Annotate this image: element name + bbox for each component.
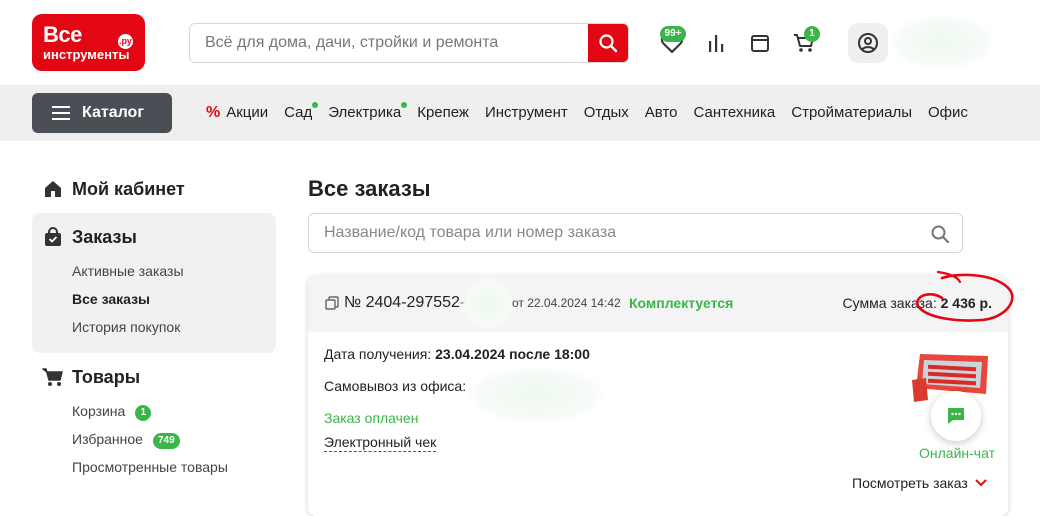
nav-item-sales[interactable]: % Акции [206, 104, 268, 122]
window-icon [751, 35, 769, 52]
view-order-label: Посмотреть заказ [852, 475, 968, 491]
sidebar-cabinet[interactable]: Мой кабинет [42, 178, 185, 200]
main-navbar: Каталог % Акции Сад Электрика Крепеж Инст… [0, 85, 1040, 141]
chat-icon [948, 408, 964, 424]
cart-button[interactable]: 1 [792, 26, 820, 55]
order-number[interactable]: № 2404-297552- [344, 294, 465, 312]
view-order-button[interactable]: Посмотреть заказ [852, 475, 988, 491]
sidebar-item-label: Избранное [72, 431, 143, 447]
chat-button[interactable] [931, 391, 981, 441]
sidebar-orders-label: Заказы [72, 226, 137, 247]
nav-item-garden[interactable]: Сад [284, 102, 319, 122]
pickup-label: Самовывоз из офиса: [324, 378, 467, 394]
nav-item-label: Инструмент [484, 104, 568, 121]
search-icon[interactable] [930, 224, 950, 244]
logo-ru-mark: .ру [118, 34, 133, 49]
logo-text-bottom: инструменты [43, 47, 130, 62]
order-search [308, 213, 963, 253]
copy-icon[interactable] [325, 296, 339, 310]
favorites-button[interactable]: 99+ [660, 26, 686, 55]
logo-text-top: Все [43, 22, 82, 47]
sidebar-item-label: Корзина [72, 403, 126, 419]
redacted-username [890, 14, 994, 70]
favorites-badge: 99+ [660, 26, 686, 42]
compare-button[interactable] [704, 31, 728, 55]
sidebar-item-favorites[interactable]: Избранное 749 [72, 431, 180, 450]
account-button[interactable] [848, 23, 888, 63]
receive-date-value: 23.04.2024 после 18:00 [435, 346, 590, 362]
search-icon [599, 34, 618, 53]
receipt-link-label: Электронный чек [324, 434, 437, 452]
nav-item-label: Сантехника [693, 104, 776, 121]
site-search [189, 23, 629, 63]
order-sum-value: 2 436 р. [940, 295, 992, 311]
cart-badge: 1 [804, 26, 820, 42]
receive-date-label: Дата получения: [324, 346, 432, 362]
recent-button[interactable] [748, 31, 772, 55]
nav-item-label: Стройматериалы [791, 104, 912, 121]
new-dot [401, 102, 408, 108]
nav-item-electrics[interactable]: Электрика [328, 102, 408, 122]
catalog-label: Каталог [82, 104, 144, 121]
nav-item-tools[interactable]: Инструмент [485, 104, 568, 122]
cart-icon [42, 366, 64, 388]
nav-item-office[interactable]: Офис [928, 104, 968, 122]
nav-item-auto[interactable]: Авто [645, 104, 678, 122]
order-date: от 22.04.2024 14:42 [512, 296, 621, 310]
user-icon [858, 33, 878, 53]
sidebar-item-active-orders[interactable]: Активные заказы [72, 263, 184, 279]
catalog-button[interactable]: Каталог [32, 93, 172, 133]
sidebar-cabinet-label: Мой кабинет [72, 178, 185, 199]
sidebar-item-all-orders[interactable]: Все заказы [72, 291, 150, 307]
order-sum: Сумма заказа: 2 436 р. [842, 295, 992, 311]
nav-links: % Акции Сад Электрика Крепеж Инструмент О… [206, 102, 984, 122]
nav-item-fasteners[interactable]: Крепеж [417, 104, 469, 122]
sidebar-orders[interactable]: Заказы [42, 226, 137, 248]
chat-label[interactable]: Онлайн-чат [919, 445, 995, 461]
receipt-link[interactable]: Электронный чек [324, 434, 437, 452]
order-card-header: № 2404-297552- от 22.04.2024 14:42 Компл… [308, 276, 1008, 332]
sidebar-item-purchase-history[interactable]: История покупок [72, 319, 180, 335]
new-dot [312, 102, 319, 108]
page-title: Все заказы [308, 176, 431, 201]
bag-icon [42, 226, 64, 248]
order-search-input[interactable] [309, 214, 909, 252]
nav-item-label: Электрика [328, 104, 402, 121]
order-card: № 2404-297552- от 22.04.2024 14:42 Компл… [308, 276, 1008, 516]
redacted-order-suffix [460, 278, 516, 330]
sidebar-goods-label: Товары [72, 366, 141, 387]
order-status: Комплектуется [629, 295, 734, 311]
site-logo[interactable]: Все инструменты .ру [32, 14, 145, 71]
nav-item-building-materials[interactable]: Стройматериалы [791, 104, 912, 122]
favorites-count-badge: 749 [152, 433, 180, 449]
nav-item-label: Офис [927, 104, 968, 121]
nav-item-leisure[interactable]: Отдых [584, 104, 629, 122]
site-header: Все инструменты .ру 99+ 1 [0, 0, 1040, 85]
receive-date-row: Дата получения: 23.04.2024 после 18:00 [324, 346, 590, 362]
sidebar-item-viewed[interactable]: Просмотренные товары [72, 459, 228, 475]
nav-item-plumbing[interactable]: Сантехника [694, 104, 776, 122]
chevron-down-icon [975, 479, 987, 487]
sidebar-goods[interactable]: Товары [42, 366, 140, 388]
cart-count-badge: 1 [135, 405, 152, 421]
nav-item-label: Акции [226, 104, 269, 121]
site-search-button[interactable] [588, 24, 628, 62]
compare-icon [709, 35, 724, 52]
nav-item-label: Сад [284, 104, 313, 121]
home-icon [42, 178, 64, 200]
site-search-input[interactable] [190, 24, 588, 62]
percent-icon: % [206, 104, 221, 121]
menu-icon [52, 106, 70, 120]
sidebar-item-cart[interactable]: Корзина 1 [72, 403, 152, 422]
order-sum-label: Сумма заказа: [842, 295, 937, 311]
nav-item-label: Авто [644, 104, 678, 121]
nav-item-label: Крепеж [417, 104, 469, 121]
payment-status: Заказ оплачен [324, 410, 419, 426]
nav-item-label: Отдых [583, 104, 629, 121]
redacted-pickup-address [468, 366, 604, 424]
